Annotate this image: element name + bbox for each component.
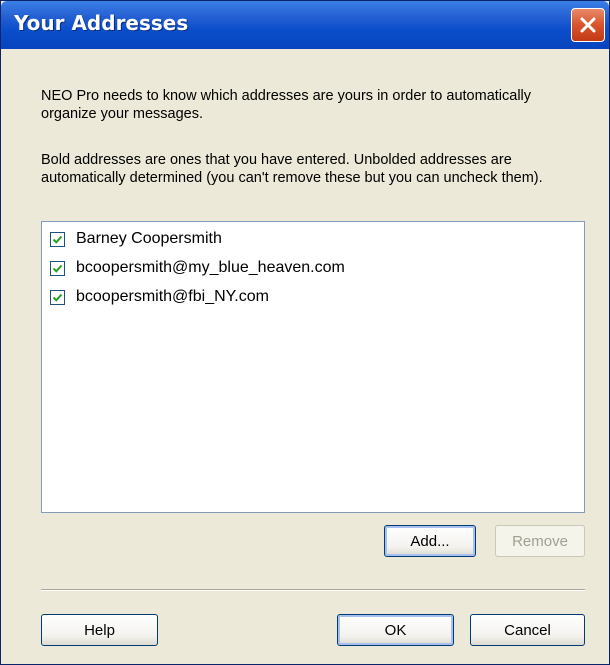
intro-text: NEO Pro needs to know which addresses ar… bbox=[41, 88, 532, 122]
address-checkbox[interactable] bbox=[50, 260, 65, 276]
list-item[interactable]: bcoopersmith@fbi_NY.com bbox=[50, 286, 269, 308]
address-label: Barney Coopersmith bbox=[76, 230, 222, 247]
address-checkbox[interactable] bbox=[50, 231, 65, 247]
checkmark-icon bbox=[52, 235, 63, 244]
separator bbox=[41, 589, 585, 591]
window-title: Your Addresses bbox=[14, 11, 189, 35]
list-item[interactable]: Barney Coopersmith bbox=[50, 228, 222, 250]
address-label: bcoopersmith@fbi_NY.com bbox=[76, 288, 269, 305]
help-button[interactable]: Help bbox=[41, 614, 158, 646]
add-button[interactable]: Add... bbox=[384, 525, 476, 557]
note-text: Bold addresses are ones that you have en… bbox=[41, 152, 543, 186]
your-addresses-dialog: Your Addresses NEO Pro needs to know whi… bbox=[0, 0, 610, 665]
checkmark-icon bbox=[52, 293, 63, 302]
title-bar[interactable]: Your Addresses bbox=[1, 1, 609, 49]
close-icon bbox=[580, 17, 596, 33]
address-checkbox[interactable] bbox=[50, 289, 65, 305]
checkmark-icon bbox=[52, 264, 63, 273]
remove-button[interactable]: Remove bbox=[495, 525, 585, 557]
close-button[interactable] bbox=[571, 8, 605, 42]
ok-button[interactable]: OK bbox=[337, 614, 454, 646]
cancel-button[interactable]: Cancel bbox=[470, 614, 585, 646]
list-item[interactable]: bcoopersmith@my_blue_heaven.com bbox=[50, 257, 345, 279]
address-label: bcoopersmith@my_blue_heaven.com bbox=[76, 259, 345, 276]
address-list[interactable]: Barney Coopersmith bcoopersmith@my_blue_… bbox=[41, 221, 585, 513]
